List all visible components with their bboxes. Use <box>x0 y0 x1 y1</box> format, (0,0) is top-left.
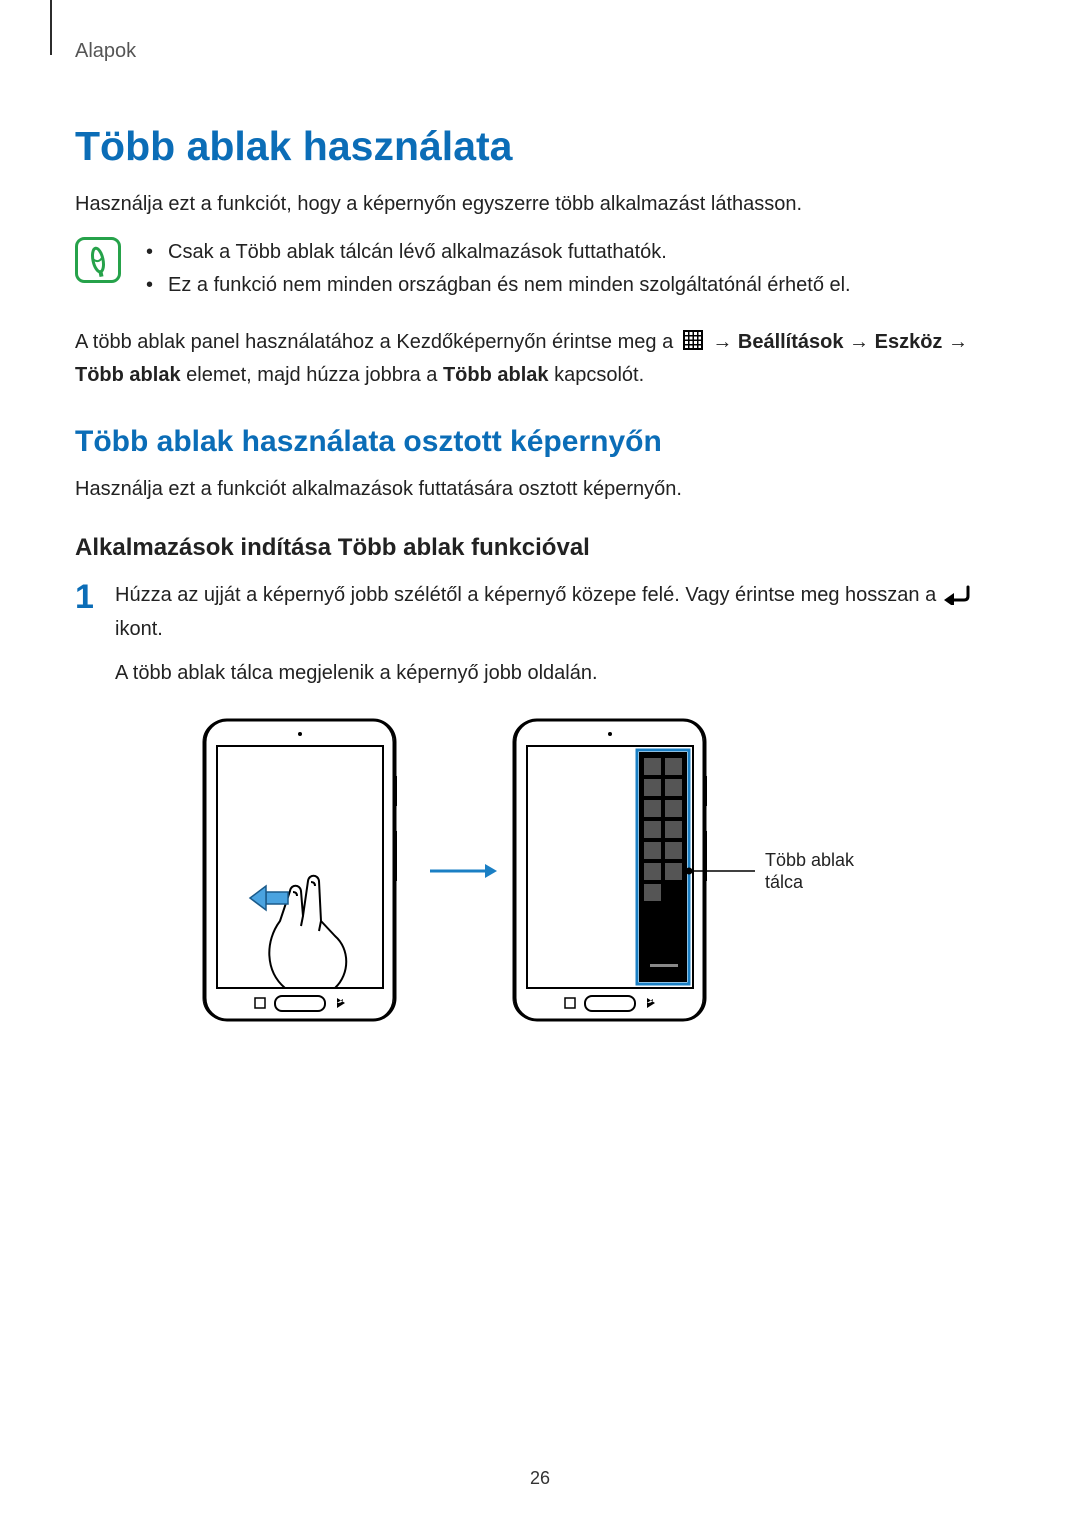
page-number: 26 <box>0 1468 1080 1489</box>
step-body: Húzza az ujját a képernyő jobb szélétől … <box>115 580 1005 702</box>
page-title: Több ablak használata <box>75 123 1005 170</box>
note-item: Csak a Több ablak tálcán lévő alkalmazás… <box>146 237 851 268</box>
note-block: Csak a Több ablak tálcán lévő alkalmazás… <box>75 237 1005 303</box>
sub-subtitle: Alkalmazások indítása Több ablak funkció… <box>75 534 1005 562</box>
arrow-sep: → <box>712 331 738 353</box>
callout-text-1: Több ablak <box>765 850 855 870</box>
sub-intro: Használja ezt a funkciót alkalmazások fu… <box>75 475 1005 504</box>
nav-bold: Eszköz <box>875 331 943 353</box>
apps-grid-icon <box>683 329 703 360</box>
intro-paragraph: Használja ezt a funkciót, hogy a képerny… <box>75 190 1005 219</box>
nav-text: A több ablak panel használatához a Kezdő… <box>75 331 679 353</box>
step-1: 1 Húzza az ujját a képernyő jobb szélétő… <box>75 580 1005 702</box>
nav-bold: Több ablak <box>75 364 181 386</box>
step-text: ikont. <box>115 618 163 640</box>
figure: Több ablak tálca Több ablak tálca <box>75 716 1005 1031</box>
callout-text-2: tálca <box>765 872 804 892</box>
note-item: Ez a funkció nem minden országban és nem… <box>146 270 851 301</box>
navigation-path: A több ablak panel használatához a Kezdő… <box>75 327 1005 391</box>
arrow-sep: → <box>849 331 875 353</box>
note-list: Csak a Több ablak tálcán lévő alkalmazás… <box>146 237 851 303</box>
nav-text: kapcsolót. <box>554 364 644 386</box>
step-line-1: Húzza az ujját a képernyő jobb szélétől … <box>115 580 1005 644</box>
breadcrumb: Alapok <box>75 40 1005 63</box>
step-number: 1 <box>75 580 95 702</box>
note-icon <box>75 237 121 288</box>
nav-text: elemet, majd húzza jobbra a <box>186 364 443 386</box>
page: Alapok Több ablak használata Használja e… <box>0 0 1080 1527</box>
step-line-2: A több ablak tálca megjelenik a képernyő… <box>115 658 1005 688</box>
step-text: Húzza az ujját a képernyő jobb szélétől … <box>115 584 942 606</box>
back-arrow-icon <box>944 583 972 614</box>
nav-bold: Beállítások <box>738 331 844 353</box>
section-subtitle: Több ablak használata osztott képernyőn <box>75 425 1005 459</box>
nav-bold: Több ablak <box>443 364 549 386</box>
arrow-sep: → <box>948 331 968 353</box>
top-left-rule <box>50 0 52 55</box>
